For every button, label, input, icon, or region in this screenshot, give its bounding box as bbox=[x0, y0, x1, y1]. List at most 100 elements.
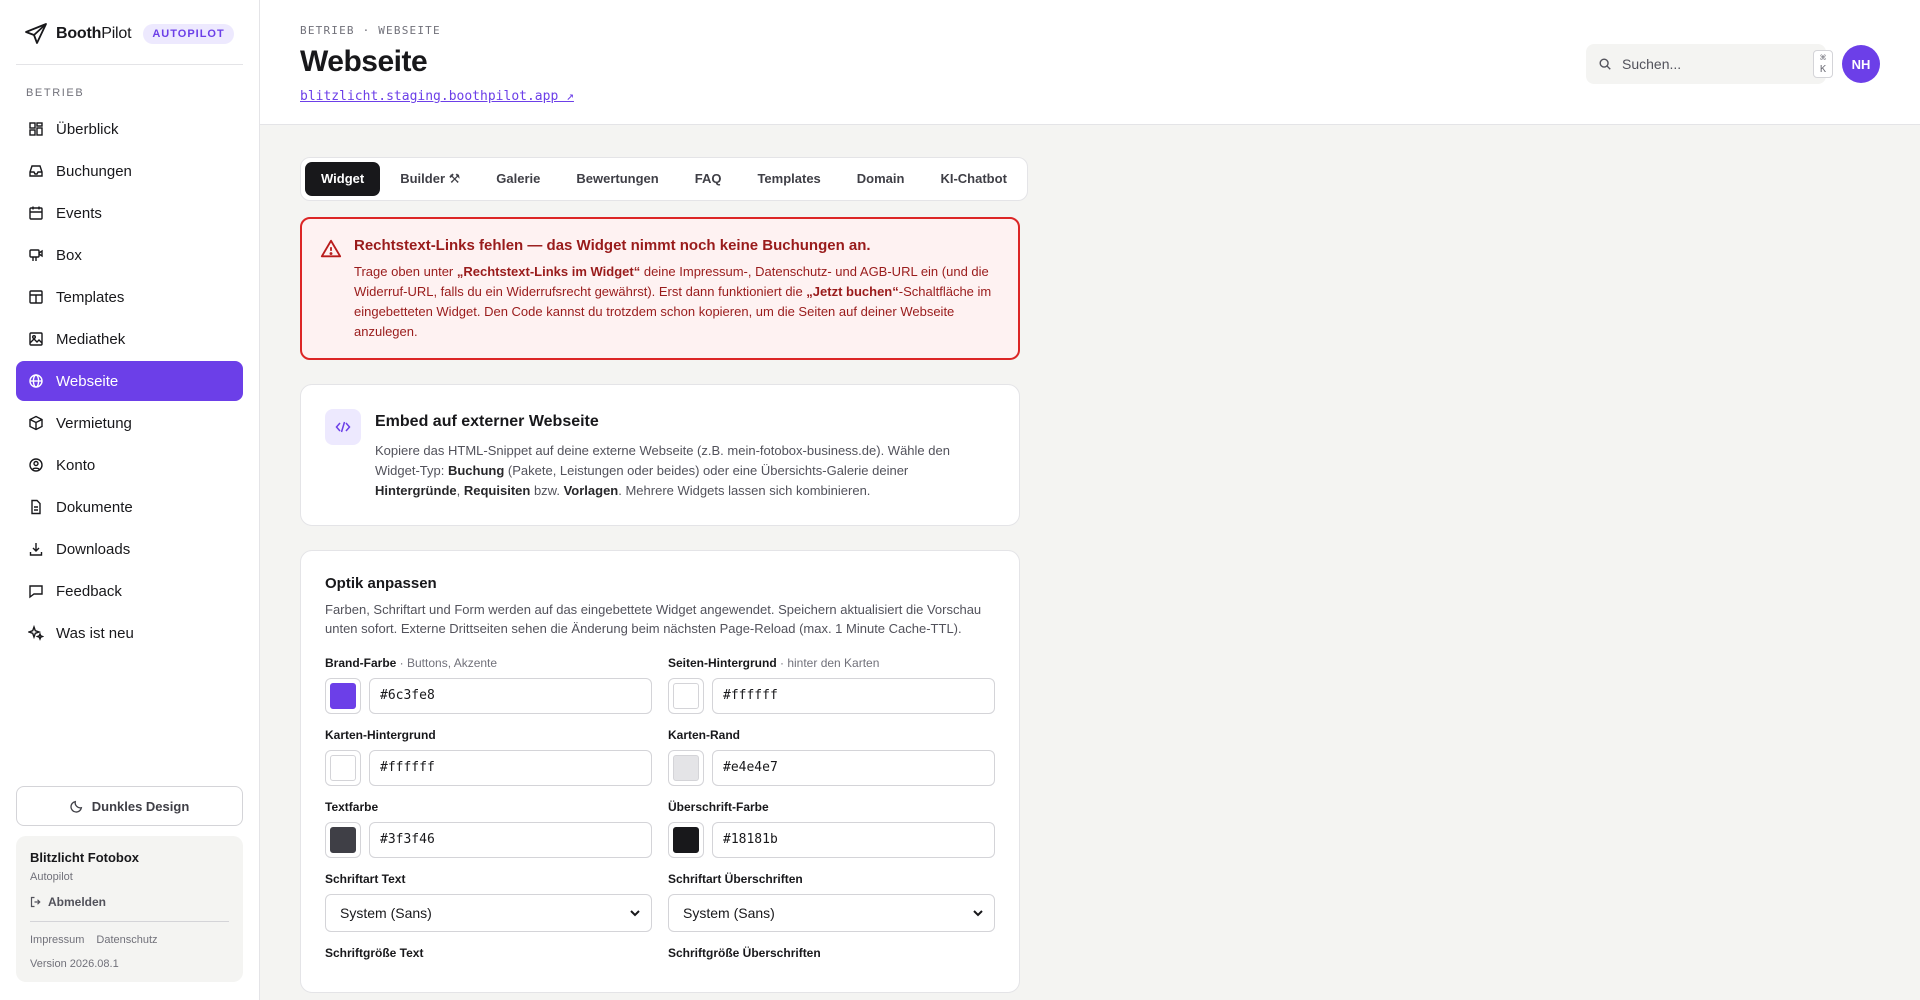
logout-button[interactable]: Abmelden bbox=[30, 895, 229, 922]
impressum-link[interactable]: Impressum bbox=[30, 934, 84, 946]
calendar-icon bbox=[28, 205, 44, 221]
page-title: Webseite bbox=[300, 45, 428, 78]
embed-card: Embed auf externer Webseite Kopiere das … bbox=[300, 383, 1020, 526]
logout-icon bbox=[30, 896, 42, 908]
site-url-link[interactable]: blitzlicht.staging.boothpilot.app ↗ bbox=[300, 89, 574, 104]
main-area: BETRIEB · WEBSEITE Webseite blitzlicht.s… bbox=[260, 0, 1920, 1000]
tab-bewertungen[interactable]: Bewertungen bbox=[560, 162, 674, 196]
sidebar-item-label: Events bbox=[56, 204, 102, 222]
search-shortcut: ⌘ K bbox=[1813, 50, 1834, 78]
optik-card: Optik anpassen Farben, Schriftart und Fo… bbox=[300, 549, 1020, 993]
embed-title: Embed auf externer Webseite bbox=[375, 412, 599, 430]
sidebar-item-feedback[interactable]: Feedback bbox=[16, 571, 243, 611]
field-card-bg: Karten-Hintergrund bbox=[325, 728, 652, 786]
search-input[interactable] bbox=[1622, 56, 1803, 72]
sidebar-item-label: Feedback bbox=[56, 582, 122, 600]
inbox-icon bbox=[28, 163, 44, 179]
tab-faq[interactable]: FAQ bbox=[679, 162, 738, 196]
sidebar-item-label: Buchungen bbox=[56, 162, 132, 180]
sparkles-icon bbox=[28, 625, 44, 641]
heading-color-input[interactable] bbox=[712, 821, 995, 858]
page-bg-input[interactable] bbox=[712, 677, 995, 714]
legal-links: Impressum Datenschutz bbox=[30, 934, 229, 946]
alert-body: Rechtstext-Links fehlen — das Widget nim… bbox=[354, 237, 1000, 342]
tab-widget[interactable]: Widget bbox=[305, 161, 381, 196]
layout-icon bbox=[28, 289, 44, 305]
moon-icon bbox=[70, 799, 84, 813]
field-size-text: Schriftgröße Text bbox=[325, 945, 424, 960]
avatar[interactable]: NH bbox=[1842, 45, 1880, 83]
header-left: BETRIEB · WEBSEITE Webseite blitzlicht.s… bbox=[300, 24, 574, 104]
sidebar-item-konto[interactable]: Konto bbox=[16, 445, 243, 485]
tab-ki-chatbot[interactable]: KI-Chatbot bbox=[924, 162, 1022, 196]
tab-bar: Widget Builder ⚒ Galerie Bewertungen FAQ… bbox=[300, 156, 1028, 201]
field-font-heading: Schriftart Überschriften System (Sans) bbox=[668, 872, 995, 932]
embed-body: Embed auf externer Webseite Kopiere das … bbox=[375, 409, 995, 501]
dark-mode-button[interactable]: Dunkles Design bbox=[16, 786, 243, 826]
account-role: Autopilot bbox=[30, 871, 73, 883]
sidebar-item-webseite[interactable]: Webseite bbox=[16, 361, 243, 401]
sidebar-item-downloads[interactable]: Downloads bbox=[16, 529, 243, 569]
page-bg-swatch[interactable] bbox=[668, 677, 704, 714]
sidebar-item-dokumente[interactable]: Dokumente bbox=[16, 487, 243, 527]
card-bg-swatch[interactable] bbox=[325, 749, 361, 786]
card-bg-input[interactable] bbox=[369, 749, 652, 786]
brand-color-swatch[interactable] bbox=[325, 677, 361, 714]
sidebar-item-label: Konto bbox=[56, 456, 96, 474]
chevron-down-icon bbox=[972, 907, 984, 919]
tab-galerie[interactable]: Galerie bbox=[480, 162, 556, 196]
download-icon bbox=[28, 541, 44, 557]
font-heading-select[interactable]: System (Sans) bbox=[668, 893, 995, 932]
page-content: Widget Builder ⚒ Galerie Bewertungen FAQ… bbox=[260, 125, 1060, 1000]
app-root: BoothPilot AUTOPILOT BETRIEB Überblick B… bbox=[0, 0, 1920, 1000]
field-font-text: Schriftart Text System (Sans) bbox=[325, 872, 652, 932]
sidebar: BoothPilot AUTOPILOT BETRIEB Überblick B… bbox=[0, 0, 260, 1000]
sidebar-item-buchungen[interactable]: Buchungen bbox=[16, 151, 243, 191]
account-card: Blitzlicht Fotobox Autopilot Abmelden Im… bbox=[16, 836, 243, 982]
field-heading-color: Überschrift-Farbe bbox=[668, 800, 995, 858]
brand-color-input[interactable] bbox=[369, 677, 652, 714]
message-icon bbox=[28, 583, 44, 599]
legal-links-alert: Rechtstext-Links fehlen — das Widget nim… bbox=[300, 216, 1020, 360]
box-camera-icon bbox=[28, 247, 44, 263]
optik-text: Farben, Schriftart und Form werden auf d… bbox=[325, 601, 982, 636]
tab-domain[interactable]: Domain bbox=[841, 162, 921, 196]
account-name: Blitzlicht Fotobox bbox=[30, 850, 140, 865]
search-icon bbox=[1598, 57, 1612, 71]
code-icon bbox=[325, 408, 361, 445]
chevron-down-icon bbox=[629, 907, 641, 919]
sidebar-item-label: Mediathek bbox=[56, 330, 126, 348]
datenschutz-link[interactable]: Datenschutz bbox=[96, 934, 157, 946]
brand-name: BoothPilot bbox=[56, 25, 132, 42]
dark-mode-label: Dunkles Design bbox=[91, 798, 190, 814]
search-box[interactable]: ⌘ K bbox=[1586, 44, 1834, 84]
text-color-swatch[interactable] bbox=[325, 821, 361, 858]
paper-plane-icon bbox=[24, 22, 48, 46]
tab-builder[interactable]: Builder ⚒ bbox=[384, 162, 476, 196]
image-icon bbox=[28, 331, 44, 347]
sidebar-nav: Überblick Buchungen Events Box Templates… bbox=[16, 109, 243, 653]
sidebar-item-mediathek[interactable]: Mediathek bbox=[16, 319, 243, 359]
sidebar-item-templates[interactable]: Templates bbox=[16, 277, 243, 317]
card-border-swatch[interactable] bbox=[668, 749, 704, 786]
sidebar-item-ueberblick[interactable]: Überblick bbox=[16, 109, 243, 149]
sidebar-item-was-ist-neu[interactable]: Was ist neu bbox=[16, 613, 243, 653]
globe-icon bbox=[28, 373, 44, 389]
grid-icon bbox=[28, 121, 44, 137]
heading-color-swatch[interactable] bbox=[668, 821, 704, 858]
package-icon bbox=[28, 415, 44, 431]
text-color-input[interactable] bbox=[369, 821, 652, 858]
font-text-select[interactable]: System (Sans) bbox=[325, 893, 652, 932]
embed-text: Kopiere das HTML-Snippet auf deine exter… bbox=[375, 442, 950, 498]
sidebar-item-label: Box bbox=[56, 246, 82, 264]
sidebar-item-box[interactable]: Box bbox=[16, 235, 243, 275]
alert-text: Trage oben unter „Rechtstext-Links im Wi… bbox=[354, 263, 992, 339]
sidebar-item-vermietung[interactable]: Vermietung bbox=[16, 403, 243, 443]
tab-templates[interactable]: Templates bbox=[741, 162, 836, 196]
header-right: ⌘ K NH bbox=[1586, 44, 1880, 84]
sidebar-item-label: Dokumente bbox=[56, 498, 133, 516]
brand[interactable]: BoothPilot AUTOPILOT bbox=[16, 22, 243, 65]
sidebar-item-events[interactable]: Events bbox=[16, 193, 243, 233]
card-border-input[interactable] bbox=[712, 749, 995, 786]
